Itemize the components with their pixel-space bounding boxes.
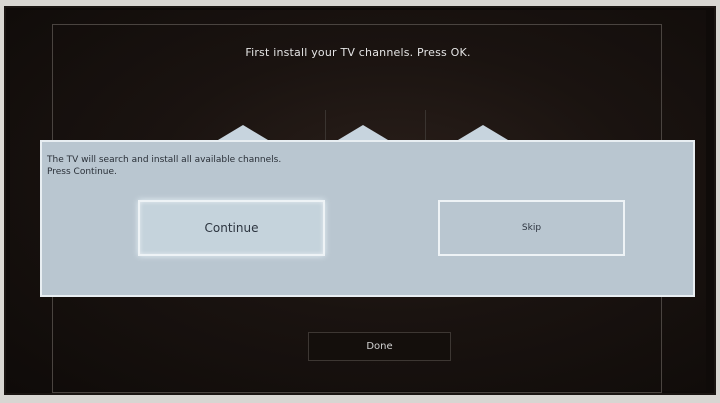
setup-instruction: First install your TV channels. Press OK… [245,46,471,59]
dialog-message-line2: Press Continue. [47,167,117,177]
channel-install-dialog: The TV will search and install all avail… [40,140,695,297]
dialog-message: The TV will search and install all avail… [47,154,281,178]
dialog-message-line1: The TV will search and install all avail… [47,155,282,165]
skip-button[interactable]: Skip [438,200,625,256]
step-arrow-icon [458,125,508,140]
done-button[interactable]: Done [308,332,451,361]
photo-frame: First install your TV channels. Press OK… [0,0,720,403]
continue-button[interactable]: Continue [138,200,325,256]
tv-screen: First install your TV channels. Press OK… [10,10,706,393]
step-arrow-icon [218,125,268,140]
step-arrow-icon [338,125,388,140]
